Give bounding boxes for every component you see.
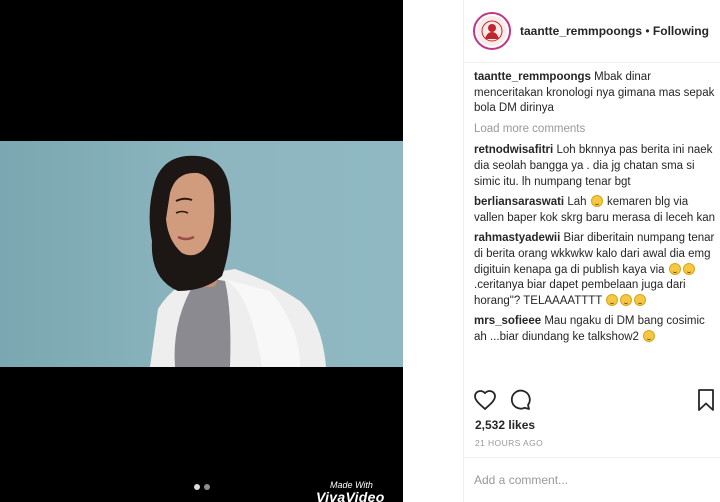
add-comment-input[interactable] — [474, 470, 704, 490]
comment-item: berliansaraswati Lah kemaren blg via val… — [474, 195, 717, 226]
header-username[interactable]: taantte_remmpoongs — [520, 24, 642, 38]
following-button[interactable]: Following — [653, 24, 709, 38]
comment-item: rahmastyadewii Biar diberitain numpang t… — [474, 231, 717, 309]
comment-item: retnodwisafitri Loh bknnya pas berita in… — [474, 143, 717, 190]
comment-text-cont: .ceritanya biar dapet pembelaan juga dar… — [474, 279, 686, 307]
comment-username[interactable]: retnodwisafitri — [474, 144, 553, 156]
bookmark-icon[interactable] — [695, 388, 717, 417]
post-header: taantte_remmpoongs • Following — [464, 0, 720, 63]
caption-username[interactable]: taantte_remmpoongs — [474, 71, 591, 83]
carousel-dots[interactable] — [194, 484, 210, 490]
action-bar — [473, 388, 720, 414]
caption: taantte_remmpoongs Mbak dinar menceritak… — [474, 70, 717, 117]
woman-portrait — [149, 155, 326, 367]
carousel-dot[interactable] — [194, 484, 200, 490]
vivavideo-watermark: Made With VivaVideo — [316, 481, 385, 502]
comments-list[interactable]: taantte_remmpoongs Mbak dinar menceritak… — [474, 70, 717, 383]
laugh-emoji-icon — [682, 262, 695, 275]
add-comment-bar — [464, 457, 720, 502]
laugh-emoji-icon — [668, 262, 681, 275]
heart-icon[interactable] — [473, 388, 497, 417]
likes-count[interactable]: 2,532 likes — [475, 418, 535, 432]
comment-username[interactable]: rahmastyadewii — [474, 232, 560, 244]
watermark-bottom: VivaVideo — [316, 489, 385, 502]
comment-username[interactable]: mrs_sofieee — [474, 315, 541, 327]
laugh-emoji-icon — [643, 329, 656, 342]
load-more-comments-button[interactable]: Load more comments — [474, 122, 717, 138]
avatar-logo-icon — [477, 16, 507, 46]
post-timestamp[interactable]: 21 HOURS AGO — [475, 438, 543, 448]
smile-emoji-icon — [590, 195, 603, 208]
header-separator: • — [645, 24, 650, 38]
carousel-dot[interactable] — [204, 484, 210, 490]
laugh-emoji-icon — [606, 293, 619, 306]
post-side-panel: taantte_remmpoongs • Following taantte_r… — [463, 0, 720, 502]
comment-text: Lah — [567, 196, 587, 209]
laugh-emoji-icon — [620, 293, 633, 306]
comment-item: mrs_sofieee Mau ngaku di DM bang cosimic… — [474, 314, 717, 345]
avatar[interactable] — [473, 12, 511, 50]
post-photo — [0, 141, 403, 367]
post-media[interactable]: Made With VivaVideo — [0, 0, 403, 502]
laugh-emoji-icon — [634, 293, 647, 306]
comment-username[interactable]: berliansaraswati — [474, 196, 564, 208]
header-text: taantte_remmpoongs • Following — [520, 24, 709, 38]
comment-icon[interactable] — [508, 388, 532, 417]
